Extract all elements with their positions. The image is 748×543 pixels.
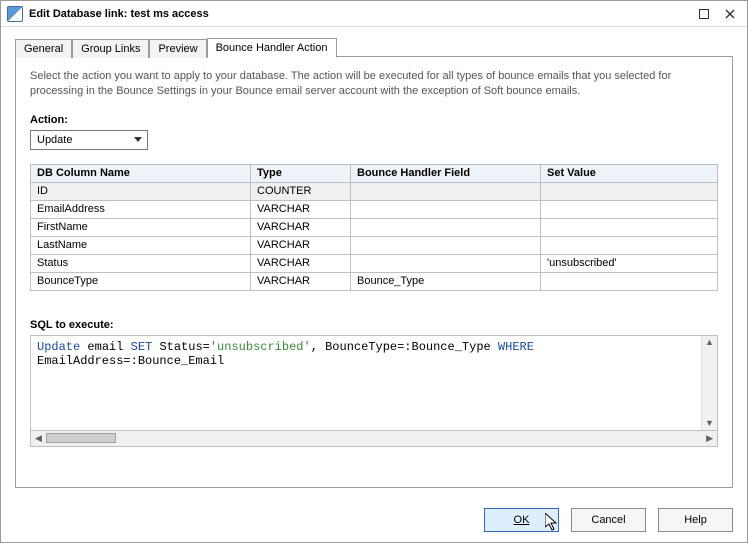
sql-label: SQL to execute: xyxy=(30,319,718,331)
help-button-label: Help xyxy=(684,514,707,526)
vertical-scrollbar[interactable]: ▲ ▼ xyxy=(701,336,717,430)
header-type[interactable]: Type xyxy=(251,164,351,182)
columns-table: DB Column Name Type Bounce Handler Field… xyxy=(30,164,718,291)
tab-bounce-handler-action[interactable]: Bounce Handler Action xyxy=(207,38,337,58)
chevron-down-icon xyxy=(131,133,145,147)
action-dropdown-value: Update xyxy=(37,134,72,146)
table-row[interactable]: Status VARCHAR 'unsubscribed' xyxy=(31,254,718,272)
cell-type: VARCHAR xyxy=(251,218,351,236)
app-icon xyxy=(7,6,23,22)
dialog-button-row: OK Cancel Help xyxy=(1,498,747,542)
scroll-up-icon: ▲ xyxy=(705,338,714,347)
horizontal-scrollbar[interactable]: ◀ ▶ xyxy=(30,431,718,447)
cell-type: VARCHAR xyxy=(251,200,351,218)
scroll-down-icon: ▼ xyxy=(705,419,714,428)
description-text: Select the action you want to apply to y… xyxy=(30,69,718,100)
cell-set xyxy=(541,218,718,236)
tab-preview[interactable]: Preview xyxy=(149,39,206,58)
table-row[interactable]: ID COUNTER xyxy=(31,182,718,200)
cell-col: EmailAddress xyxy=(31,200,251,218)
cell-type: VARCHAR xyxy=(251,254,351,272)
scroll-thumb[interactable] xyxy=(46,433,116,443)
close-icon xyxy=(725,9,735,19)
ok-button[interactable]: OK xyxy=(484,508,559,532)
header-bounce-field[interactable]: Bounce Handler Field xyxy=(351,164,541,182)
cell-type: VARCHAR xyxy=(251,236,351,254)
table-header-row: DB Column Name Type Bounce Handler Field… xyxy=(31,164,718,182)
cell-set xyxy=(541,272,718,290)
cell-set: 'unsubscribed' xyxy=(541,254,718,272)
table-row[interactable]: EmailAddress VARCHAR xyxy=(31,200,718,218)
cell-field xyxy=(351,236,541,254)
sql-content: Update email SET Status='unsubscribed', … xyxy=(31,336,701,430)
maximize-icon xyxy=(699,9,709,19)
scroll-right-icon: ▶ xyxy=(706,434,713,443)
cell-set xyxy=(541,182,718,200)
tab-group-links[interactable]: Group Links xyxy=(72,39,149,58)
maximize-button[interactable] xyxy=(693,5,715,23)
scroll-left-icon: ◀ xyxy=(35,434,42,443)
ok-button-label: OK xyxy=(514,514,530,526)
cell-col: BounceType xyxy=(31,272,251,290)
help-button[interactable]: Help xyxy=(658,508,733,532)
cell-type: VARCHAR xyxy=(251,272,351,290)
cell-field: Bounce_Type xyxy=(351,272,541,290)
table-row[interactable]: LastName VARCHAR xyxy=(31,236,718,254)
cancel-button[interactable]: Cancel xyxy=(571,508,646,532)
table-row[interactable]: BounceType VARCHAR Bounce_Type xyxy=(31,272,718,290)
dialog-window: Edit Database link: test ms access Gener… xyxy=(0,0,748,543)
action-dropdown[interactable]: Update xyxy=(30,130,148,150)
sql-textarea[interactable]: Update email SET Status='unsubscribed', … xyxy=(30,335,718,431)
cell-col: ID xyxy=(31,182,251,200)
dialog-body: General Group Links Preview Bounce Handl… xyxy=(1,27,747,498)
header-set-value[interactable]: Set Value xyxy=(541,164,718,182)
titlebar: Edit Database link: test ms access xyxy=(1,1,747,27)
close-button[interactable] xyxy=(719,5,741,23)
cancel-button-label: Cancel xyxy=(591,514,625,526)
cell-field xyxy=(351,218,541,236)
window-title: Edit Database link: test ms access xyxy=(29,8,689,20)
tab-strip: General Group Links Preview Bounce Handl… xyxy=(15,37,733,57)
cell-col: Status xyxy=(31,254,251,272)
table-row[interactable]: FirstName VARCHAR xyxy=(31,218,718,236)
cell-col: LastName xyxy=(31,236,251,254)
action-label: Action: xyxy=(30,114,718,126)
tab-panel: Select the action you want to apply to y… xyxy=(15,56,733,488)
cell-set xyxy=(541,200,718,218)
header-db-column[interactable]: DB Column Name xyxy=(31,164,251,182)
cell-field xyxy=(351,200,541,218)
cell-field xyxy=(351,182,541,200)
cell-set xyxy=(541,236,718,254)
cell-type: COUNTER xyxy=(251,182,351,200)
tab-general[interactable]: General xyxy=(15,39,72,58)
cell-field xyxy=(351,254,541,272)
cell-col: FirstName xyxy=(31,218,251,236)
